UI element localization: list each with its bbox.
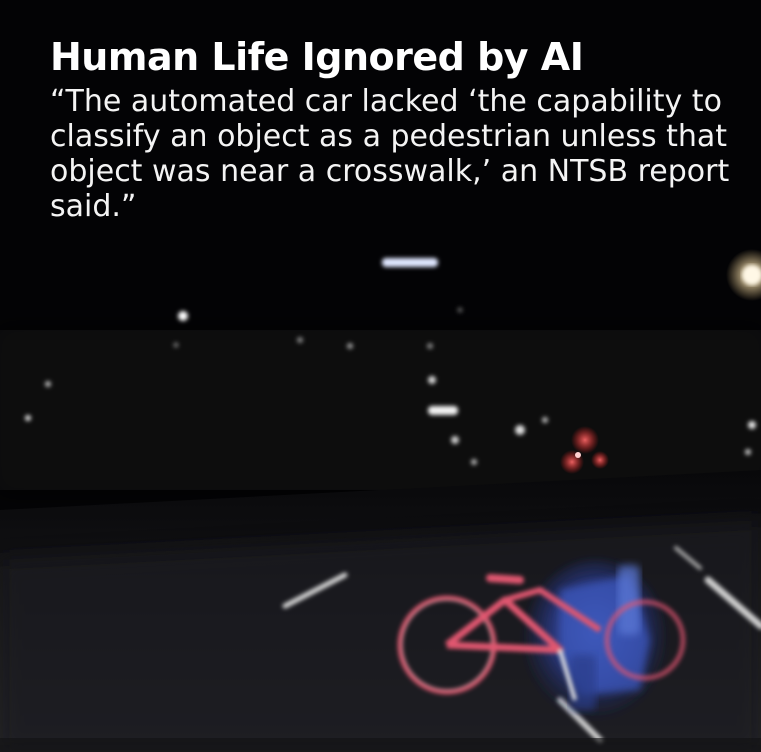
caption-block: Human Life Ignored by AI “The automated … xyxy=(50,34,740,224)
headline: Human Life Ignored by AI xyxy=(50,35,584,79)
quote-text: “The automated car lacked ‘the capabilit… xyxy=(50,84,730,224)
